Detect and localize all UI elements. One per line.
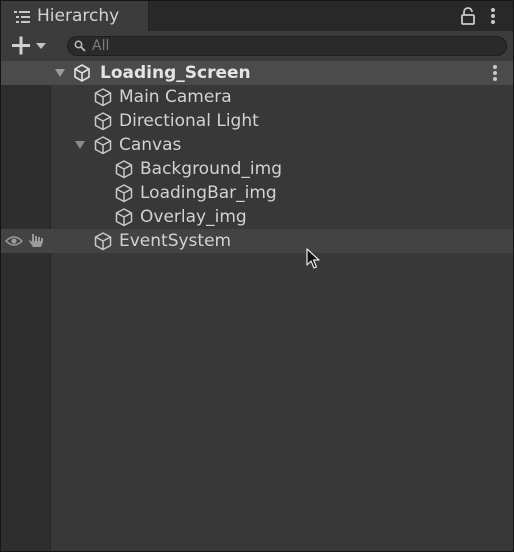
hierarchy-toolbar [1, 31, 513, 62]
hierarchy-item[interactable]: Main Camera [1, 85, 513, 109]
hierarchy-item-label: Canvas [119, 135, 182, 155]
create-button[interactable] [9, 35, 53, 57]
tab-hierarchy[interactable]: Hierarchy [1, 1, 149, 31]
hierarchy-item[interactable]: Background_img [1, 157, 513, 181]
lock-icon[interactable] [460, 7, 476, 25]
hierarchy-item-label: Background_img [140, 159, 282, 179]
search-field[interactable] [67, 36, 507, 56]
hierarchy-item-label: EventSystem [119, 231, 232, 251]
gameobject-cube-icon [94, 88, 112, 107]
hand-pointer-icon[interactable] [28, 232, 46, 250]
gameobject-cube-icon [94, 232, 112, 251]
hierarchy-item-label: Main Camera [119, 87, 232, 107]
tab-bar: Hierarchy [1, 1, 513, 31]
eye-icon[interactable] [5, 234, 23, 248]
hierarchy-item[interactable]: Overlay_img [1, 205, 513, 229]
gameobject-cube-icon [94, 112, 112, 131]
scene-options-icon[interactable] [489, 63, 501, 83]
hierarchy-item[interactable]: Canvas [1, 133, 513, 157]
list-icon [14, 11, 30, 23]
scene-name: Loading_Screen [100, 63, 251, 83]
tab-title: Hierarchy [37, 6, 120, 26]
unity-logo-icon [74, 64, 90, 82]
search-icon [74, 40, 86, 52]
dropdown-arrow-icon [36, 43, 46, 49]
hierarchy-window: Hierarchy All Loading_Screen Main Camera… [0, 0, 514, 552]
hierarchy-item-label: Overlay_img [140, 207, 247, 227]
gameobject-cube-icon [115, 184, 133, 203]
hierarchy-item[interactable]: LoadingBar_img [1, 181, 513, 205]
more-options-icon[interactable] [487, 6, 499, 26]
mouse-cursor-icon [306, 248, 320, 269]
search-input[interactable] [92, 37, 492, 55]
expand-arrow-icon[interactable] [54, 68, 66, 78]
expand-arrow-icon[interactable] [74, 140, 86, 150]
hierarchy-item[interactable]: Directional Light [1, 109, 513, 133]
gameobject-cube-icon [94, 136, 112, 155]
hierarchy-item[interactable]: EventSystem [1, 229, 513, 253]
gameobject-cube-icon [115, 160, 133, 179]
gameobject-cube-icon [115, 208, 133, 227]
hierarchy-item-label: Directional Light [119, 111, 259, 131]
hierarchy-item-label: LoadingBar_img [140, 183, 277, 203]
scene-row[interactable]: Loading_Screen [1, 61, 513, 85]
plus-icon [12, 36, 46, 55]
